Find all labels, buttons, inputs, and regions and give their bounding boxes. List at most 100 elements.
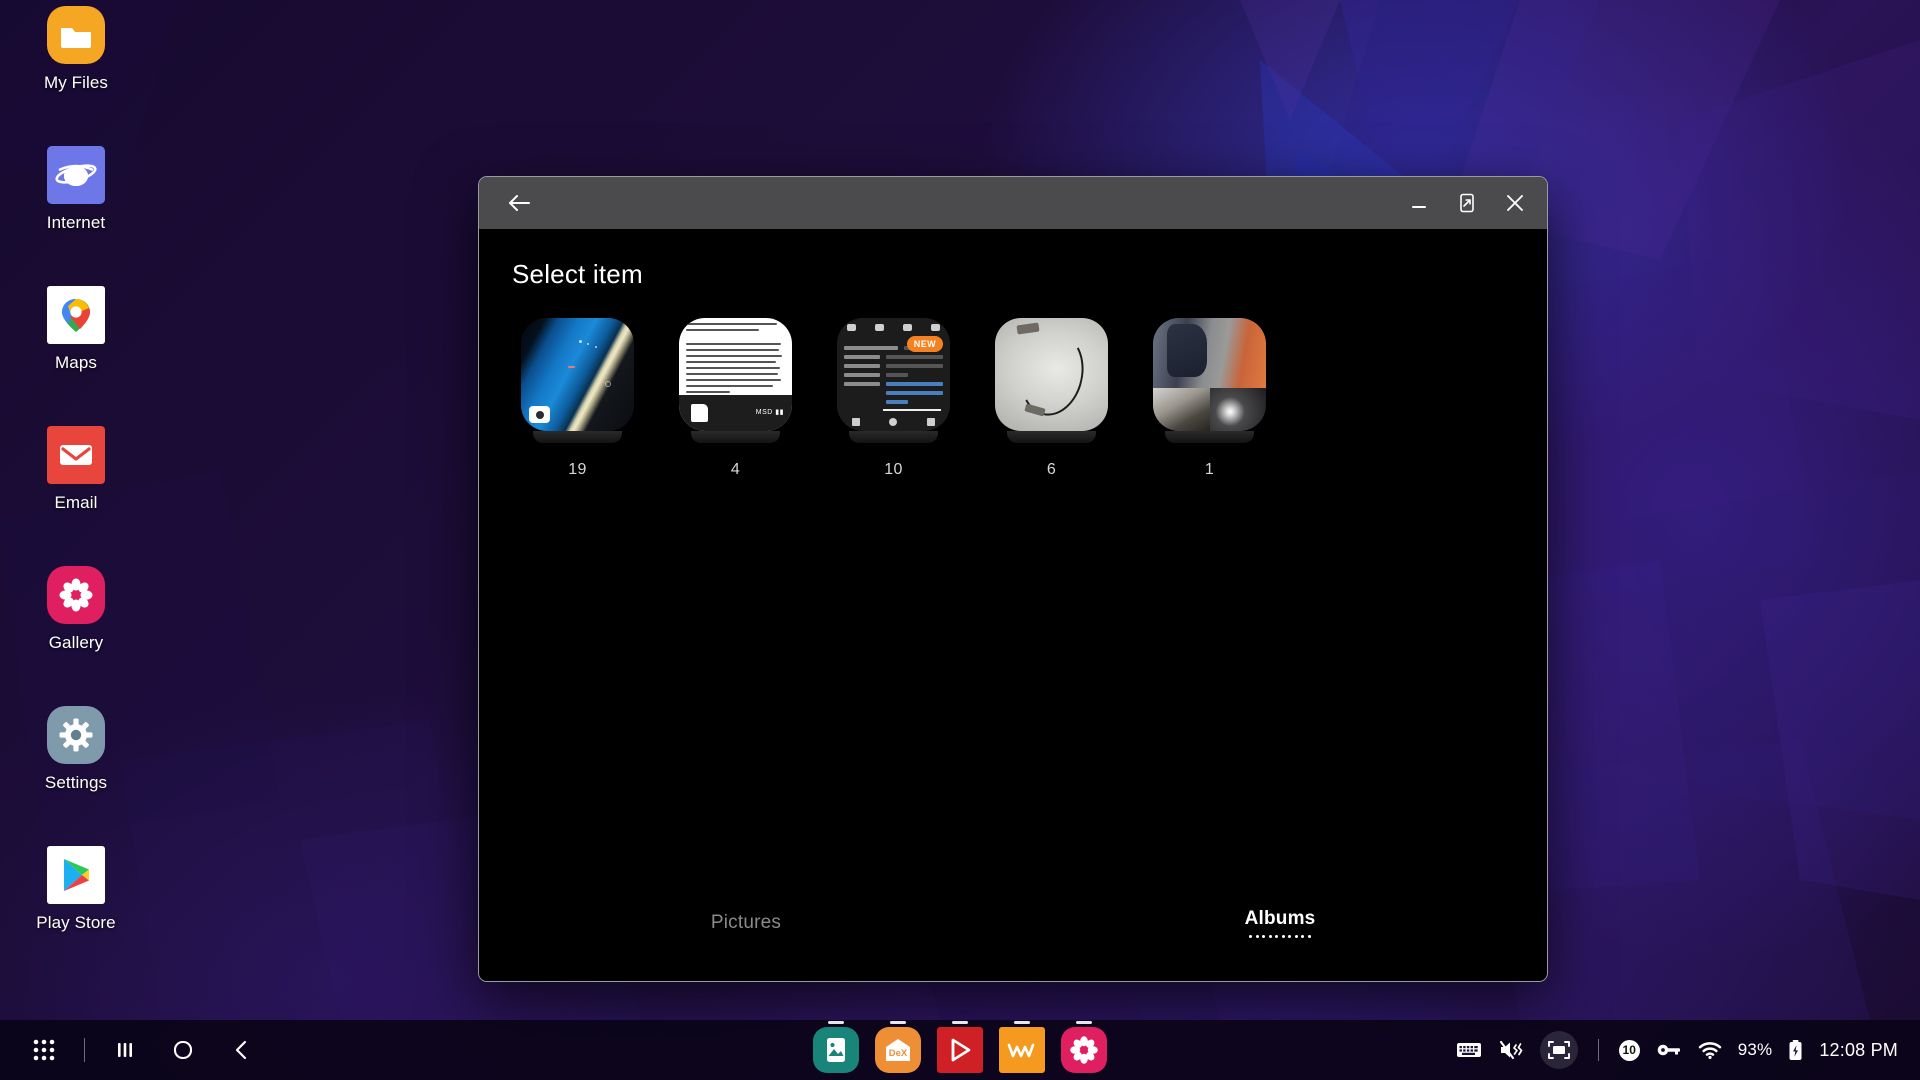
- album-item[interactable]: NEW 10: [826, 318, 961, 479]
- close-x-icon: [1507, 195, 1523, 211]
- album-thumbnail: NEW: [837, 318, 950, 431]
- desktop-icon-label: Maps: [55, 353, 97, 372]
- chevron-left-icon: [235, 1040, 247, 1060]
- dex-glyph: DeX: [886, 1039, 910, 1061]
- album-count: 10: [884, 461, 903, 478]
- recents-bars-icon: [118, 1043, 132, 1057]
- desktop-icon-label: Settings: [44, 773, 108, 792]
- collage-photos-art: [1153, 318, 1266, 431]
- tab-pictures[interactable]: Pictures: [479, 912, 1013, 934]
- album-item[interactable]: 6: [984, 318, 1119, 479]
- maximize-button[interactable]: [1443, 182, 1491, 224]
- collage-bottom-row: [1153, 388, 1266, 431]
- album-item[interactable]: MSD ▮▮ 4: [668, 318, 803, 479]
- collage-bottom-left-photo: [1153, 388, 1210, 431]
- taskbar-app-wm[interactable]: [999, 1021, 1045, 1073]
- cable-in-bag-photo-art: [995, 318, 1108, 431]
- video-details-screenshot-art: [837, 318, 950, 431]
- album-item[interactable]: 1: [1142, 318, 1277, 479]
- tab-albums[interactable]: Albums: [1013, 908, 1547, 939]
- running-indicator: [1014, 1021, 1030, 1024]
- minimize-icon: [1412, 206, 1426, 208]
- home-circle-icon: [173, 1040, 193, 1060]
- photo-glyph: [827, 1038, 845, 1062]
- desktop-icon-my-files[interactable]: My Files: [16, 6, 136, 124]
- taskbar-app-video-player[interactable]: [937, 1021, 983, 1073]
- maximize-expand-icon: [1460, 193, 1474, 213]
- desktop-icon-play-store[interactable]: Play Store: [16, 846, 136, 964]
- screenshot-capture-icon: [1547, 1041, 1570, 1059]
- recents-button[interactable]: [99, 1024, 151, 1076]
- camera-badge-icon: [529, 406, 550, 423]
- close-button[interactable]: [1491, 182, 1539, 224]
- battery-charging-icon: [1789, 1040, 1802, 1060]
- notification-count-badge[interactable]: 10: [1618, 1039, 1640, 1061]
- wm-icon: [999, 1027, 1045, 1073]
- folder-glyph: [61, 28, 91, 48]
- home-button[interactable]: [157, 1024, 209, 1076]
- flower-icon: [47, 566, 105, 624]
- play-icon: [937, 1027, 983, 1073]
- gear-icon: [47, 706, 105, 764]
- back-button[interactable]: [215, 1024, 267, 1076]
- album-count: 6: [1046, 461, 1057, 478]
- tray-divider: [1597, 1039, 1599, 1061]
- back-button[interactable]: [495, 182, 543, 224]
- window-body: Select item 19 MSD ▮▮ 4 NEW 10 6 1 Pictu…: [479, 229, 1547, 981]
- album-count: 4: [730, 461, 741, 478]
- desktop-icon-internet[interactable]: Internet: [16, 146, 136, 264]
- video-divider: [883, 409, 941, 411]
- taskbar-app-wallpaper[interactable]: [813, 1021, 859, 1073]
- desktop-icon-label: Gallery: [48, 633, 104, 652]
- maps-pin-icon: [47, 286, 105, 344]
- desktop-icon-settings[interactable]: Settings: [16, 706, 136, 824]
- doc-footer-band: MSD ▮▮: [679, 395, 792, 431]
- flower-icon: [1061, 1027, 1107, 1073]
- minimize-button[interactable]: [1395, 182, 1443, 224]
- gallery-tab-bar: Pictures Albums: [479, 887, 1547, 981]
- desktop-icon-label: Play Store: [36, 913, 116, 932]
- taskbar-divider: [84, 1038, 85, 1062]
- folder-icon: [47, 6, 105, 64]
- envelope-icon: [47, 426, 105, 484]
- keyboard-button[interactable]: [1456, 1040, 1482, 1060]
- screenshot-button[interactable]: [1539, 1031, 1578, 1069]
- albums-grid: 19 MSD ▮▮ 4 NEW 10 6 1: [479, 290, 1547, 479]
- photo-icon: [813, 1027, 859, 1073]
- album-count: 19: [568, 461, 587, 478]
- clock: 12:08 PM: [1819, 1039, 1898, 1060]
- play-triangle-icon: [47, 846, 105, 904]
- apps-grid-icon: [33, 1039, 55, 1061]
- keyboard-icon: [1456, 1043, 1481, 1057]
- album-thumbnail: MSD ▮▮: [679, 318, 792, 431]
- battery-percent-label: 93%: [1737, 1040, 1773, 1059]
- gear-glyph: [59, 718, 93, 752]
- album-stack-shadow: [1165, 431, 1254, 443]
- taskbar-app-gallery[interactable]: [1061, 1021, 1107, 1073]
- wifi-status-icon[interactable]: [1698, 1041, 1722, 1060]
- album-stack-shadow: [1007, 431, 1096, 443]
- running-indicator: [828, 1021, 844, 1024]
- album-thumb-wrap: [521, 318, 634, 443]
- album-thumbnail: [995, 318, 1108, 431]
- album-item[interactable]: 19: [510, 318, 645, 479]
- desktop-icon-email[interactable]: Email: [16, 426, 136, 544]
- envelope-glyph: [60, 445, 92, 465]
- album-count: 1: [1204, 461, 1215, 478]
- mute-button[interactable]: [1498, 1039, 1524, 1061]
- collage-bottom-right-photo: [1209, 388, 1266, 431]
- vpn-status-icon[interactable]: [1656, 1041, 1682, 1059]
- apps-grid-button[interactable]: [18, 1024, 70, 1076]
- album-thumb-wrap: MSD ▮▮: [679, 318, 792, 443]
- flower-glyph: [59, 578, 93, 612]
- internet-globe-icon: [47, 146, 105, 204]
- battery-status-icon[interactable]: [1788, 1039, 1803, 1061]
- volume-mute-vibrate-icon: [1499, 1040, 1523, 1060]
- desktop-icon-gallery[interactable]: Gallery: [16, 566, 136, 684]
- desktop-icon-maps[interactable]: Maps: [16, 286, 136, 404]
- taskbar-app-dex[interactable]: DeX: [875, 1021, 921, 1073]
- play-store-glyph: [64, 859, 89, 891]
- gallery-picker-window: Select item 19 MSD ▮▮ 4 NEW 10 6 1 Pictu…: [478, 176, 1548, 982]
- maps-glyph: [62, 299, 90, 332]
- arrow-left-icon: [509, 195, 530, 211]
